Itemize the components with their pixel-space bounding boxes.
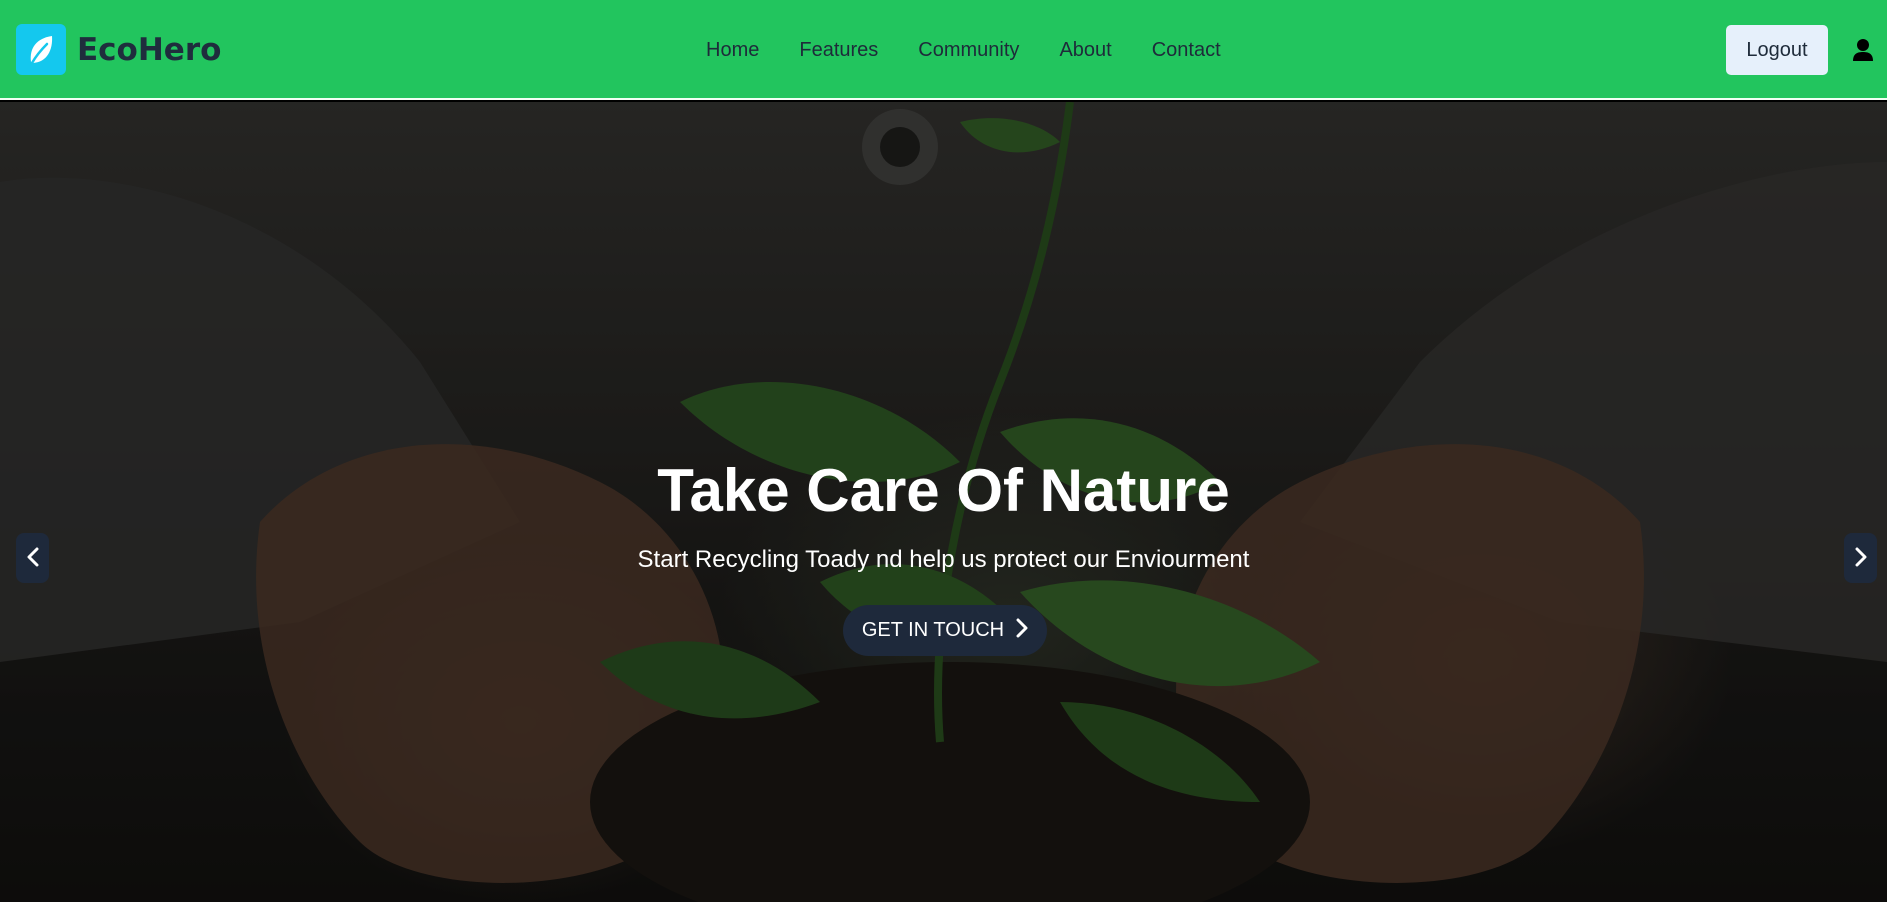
nav-features[interactable]: Features	[799, 36, 878, 64]
user-icon[interactable]	[1852, 38, 1874, 62]
nav-community[interactable]: Community	[918, 36, 1019, 64]
nav-home[interactable]: Home	[706, 36, 759, 64]
navbar: EcoHero Home Features Community About Co…	[0, 0, 1887, 100]
hero-carousel: Take Care Of Nature Start Recycling Toad…	[0, 102, 1887, 902]
leaf-icon	[16, 24, 66, 75]
main-nav: Home Features Community About Contact	[706, 36, 1261, 64]
nav-contact[interactable]: Contact	[1152, 36, 1221, 64]
chevron-right-icon	[1855, 547, 1867, 570]
hero-title: Take Care Of Nature	[657, 457, 1230, 524]
get-in-touch-label: GET IN TOUCH	[861, 619, 1005, 641]
hero-subtitle: Start Recycling Toady nd help us protect…	[637, 546, 1250, 573]
brand[interactable]: EcoHero	[16, 24, 221, 75]
chevron-left-icon	[27, 547, 39, 570]
carousel-prev-button[interactable]	[16, 533, 49, 583]
carousel-next-button[interactable]	[1844, 533, 1877, 583]
nav-about[interactable]: About	[1059, 36, 1111, 64]
get-in-touch-button[interactable]: GET IN TOUCH	[843, 605, 1047, 656]
brand-name: EcoHero	[77, 31, 222, 68]
chevron-right-icon	[1016, 618, 1028, 644]
logout-button[interactable]: Logout	[1726, 25, 1828, 75]
